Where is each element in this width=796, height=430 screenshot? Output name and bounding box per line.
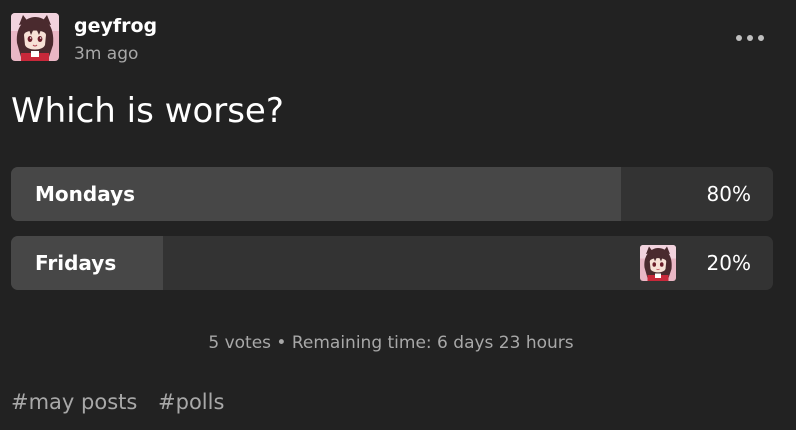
- tag-list: #may posts #polls: [11, 388, 238, 416]
- poll-option-percent: 20%: [706, 251, 751, 275]
- tag-link[interactable]: #may posts: [11, 388, 137, 416]
- poll-option-mondays[interactable]: Mondays 80%: [11, 167, 773, 221]
- poll-option-label: Fridays: [35, 251, 117, 275]
- tag-link[interactable]: #polls: [158, 388, 224, 416]
- avatar-image: [11, 13, 59, 61]
- poll-option-percent: 80%: [706, 182, 751, 206]
- author-name[interactable]: geyfrog: [74, 14, 157, 38]
- poll-post: geyfrog 3m ago Which is worse? Mondays 8…: [0, 0, 796, 430]
- poll-meta: 5 votes • Remaining time: 6 days 23 hour…: [208, 333, 574, 353]
- post-timestamp: 3m ago: [74, 44, 139, 64]
- poll-question: Which is worse?: [11, 91, 284, 131]
- poll-option-label: Mondays: [35, 182, 136, 206]
- voter-avatar: [640, 245, 676, 281]
- more-options-button[interactable]: [730, 24, 770, 52]
- poll-option-fridays[interactable]: Fridays 20%: [11, 236, 773, 290]
- more-options-icon: [736, 35, 764, 41]
- author-avatar[interactable]: [11, 13, 59, 61]
- voter-avatar-image: [640, 245, 676, 281]
